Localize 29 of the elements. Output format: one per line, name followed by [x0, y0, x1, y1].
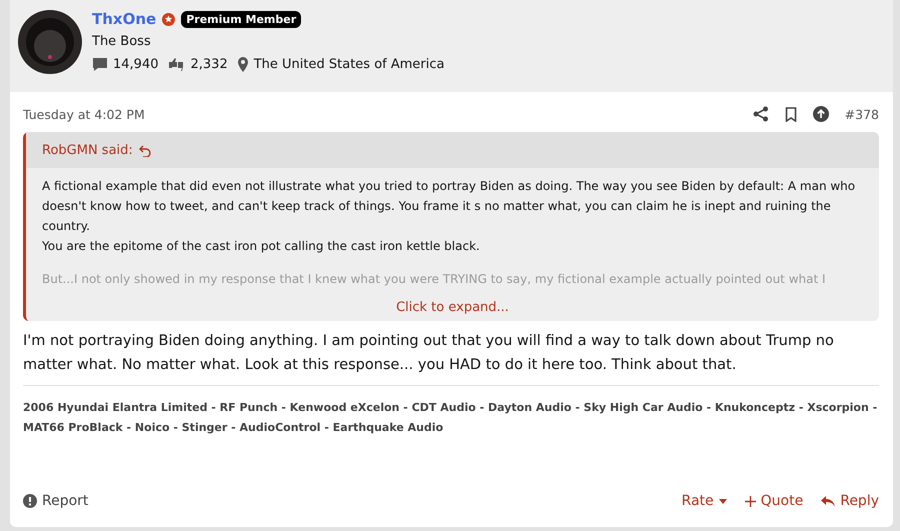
- quote-author[interactable]: RobGMN said:: [42, 143, 133, 158]
- post-text: I'm not portraying Biden doing anything. I am pointing out that you will find a way to talk down about Trump no matter what. No matter what. Look at this response... you HAD to do it here too. Think about that.: [23, 332, 835, 375]
- quote-button[interactable]: Quote: [744, 493, 804, 509]
- post-number[interactable]: #378: [844, 106, 879, 122]
- caret-icon: [718, 498, 727, 504]
- thumbs-icon: [168, 57, 186, 72]
- message-count: 14,940: [113, 57, 158, 72]
- report-link[interactable]: Report: [23, 493, 88, 509]
- avatar: [18, 10, 82, 74]
- share-icon: [752, 106, 769, 122]
- post-date[interactable]: Tuesday at 4:02 PM: [23, 106, 145, 122]
- signature: 2006 Hyundai Elantra Limited - RF Punch - Kenwood eXcelon - CDT Audio - Dayton Audio - Sky High Car Audio - Knukonceptz - Xscorpion - MAT66 ProBlack - Noico - Stinger - AudioControl - Earthquake Audio: [23, 400, 878, 436]
- rate-button[interactable]: Rate: [682, 493, 727, 509]
- location-pin-icon: [236, 57, 249, 72]
- speech-bubble-icon: [92, 57, 108, 72]
- alert-icon: [23, 494, 37, 508]
- member-badge: Premium Member: [181, 10, 302, 28]
- quote-text: But...I not only showed in my response that I knew what you were TRYING to say, my fictional example actually pointed out what I: [42, 271, 827, 288]
- expand-link[interactable]: Click to expand...: [396, 300, 509, 315]
- quote-text: A fictional example that did even not illustrate what you tried to portray Biden as doing. The way you see Biden by default: A man who doesn't know how to tweet, and can't keep track of things. You frame it s no matter what, you can claim he is inept and ruining the country. You are the epitome of the cast iron pot calling the cast iron kettle black.: [42, 178, 856, 255]
- user-title: The Boss: [92, 34, 152, 49]
- location: The United States of America: [254, 57, 444, 72]
- return-arrow-icon: [138, 144, 151, 156]
- plus-icon: [744, 496, 756, 506]
- username-link[interactable]: ThxOne: [92, 10, 156, 28]
- bookmark-icon: [784, 106, 797, 122]
- reply-arrow-icon: [821, 496, 836, 506]
- reaction-count: 2,332: [190, 57, 228, 72]
- reply-button[interactable]: Reply: [821, 493, 879, 509]
